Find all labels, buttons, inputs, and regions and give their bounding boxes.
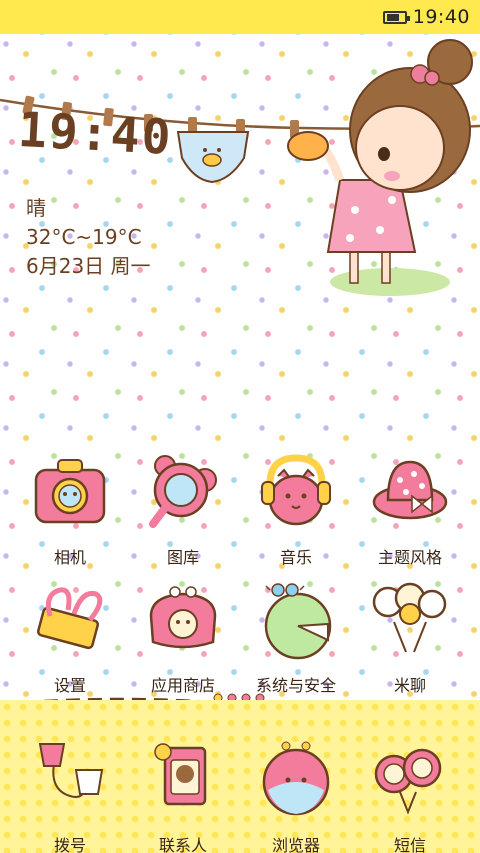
app-label: 图库 [166, 548, 199, 567]
miliao-icon [372, 582, 447, 653]
theme-icon [372, 460, 448, 520]
settings-icon [36, 587, 103, 650]
app-security[interactable]: 系统与安全 [236, 580, 356, 700]
camera-icon [34, 459, 106, 524]
gallery-icon [149, 455, 217, 528]
app-gallery[interactable]: 图库 [123, 452, 243, 572]
security-icon [264, 583, 332, 660]
battery-icon [382, 10, 410, 24]
weather-temperature: 32°C~19°C [26, 225, 142, 249]
contacts-icon [154, 743, 207, 806]
browser-icon [262, 741, 330, 816]
app-label: 拨号 [53, 836, 86, 853]
weather-date: 6月23日 周一 [26, 254, 151, 278]
dock-phone[interactable]: 拨号 [10, 740, 130, 853]
app-camera[interactable]: 相机 [10, 452, 130, 572]
weather-condition: 晴 [26, 196, 46, 220]
phone-icon [38, 743, 104, 798]
app-music[interactable]: 音乐 [236, 452, 356, 572]
dock-contacts[interactable]: 联系人 [123, 740, 243, 853]
app-label: 短信 [393, 836, 426, 853]
weather-widget[interactable]: 晴 32°C~19°C 6月23日 周一 [26, 194, 151, 281]
app-store-icon [149, 586, 217, 649]
status-bar: 19:40 [0, 0, 480, 34]
app-label: 音乐 [279, 548, 312, 567]
app-label: 主题风格 [377, 548, 442, 567]
app-settings[interactable]: 设置 [10, 580, 130, 700]
dock-messages[interactable]: 短信 [350, 740, 470, 853]
app-label: 相机 [53, 548, 86, 567]
app-store[interactable]: 应用商店 [123, 580, 243, 700]
app-label: 联系人 [158, 836, 207, 853]
widget-clock[interactable]: 19:40 [17, 102, 174, 166]
app-miliao[interactable]: 米聊 [350, 580, 470, 700]
app-theme[interactable]: 主题风格 [350, 452, 470, 572]
girl-illustration [287, 39, 473, 296]
dock-browser[interactable]: 浏览器 [236, 740, 356, 853]
messages-icon [374, 748, 442, 815]
app-label: 浏览器 [271, 836, 320, 853]
status-time: 19:40 [412, 6, 470, 28]
music-icon [261, 454, 331, 526]
